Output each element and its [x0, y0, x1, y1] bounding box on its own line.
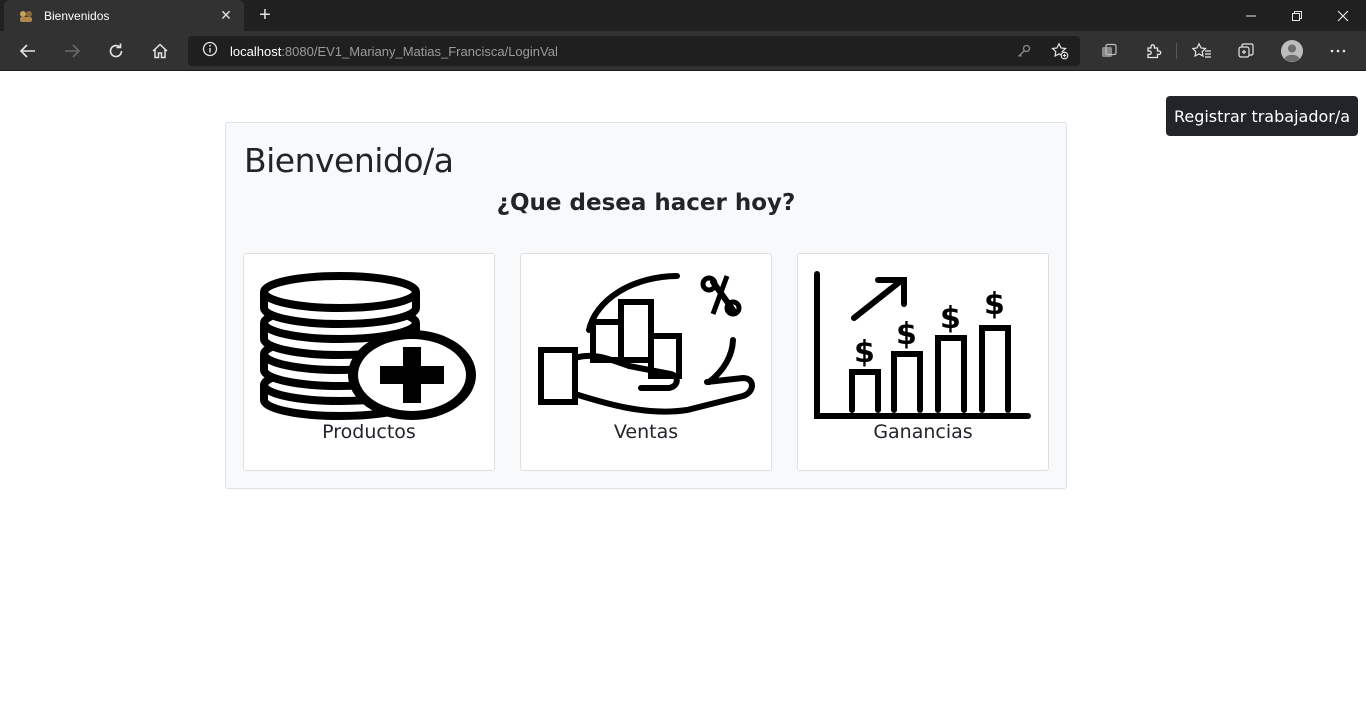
refresh-icon[interactable] [101, 37, 131, 65]
site-favicon-icon [18, 8, 34, 24]
svg-text:$: $ [940, 301, 961, 336]
profile-avatar-icon[interactable] [1277, 37, 1307, 65]
favorites-icon[interactable] [1187, 37, 1217, 65]
collections-icon[interactable] [1231, 37, 1261, 65]
tab-title: Bienvenidos [44, 8, 110, 23]
address-bar[interactable]: localhost:8080/EV1_Mariany_Matias_Franci… [188, 36, 1080, 66]
collections-sidebar-icon[interactable] [1094, 37, 1124, 65]
profit-growth-chart-icon: $ $ $ $ [814, 271, 1031, 419]
svg-text:$: $ [984, 287, 1005, 322]
database-plus-icon [260, 272, 476, 420]
url-host: localhost [230, 43, 282, 59]
products-card-label: Productos [322, 421, 416, 443]
browser-tab-bar: Bienvenidos ✕ + [0, 0, 1366, 31]
minimize-icon[interactable] [1228, 0, 1274, 31]
toolbar-divider [1176, 43, 1177, 59]
close-window-icon[interactable] [1320, 0, 1366, 31]
register-worker-button[interactable]: Registrar trabajador/a [1166, 96, 1358, 136]
welcome-panel: Bienvenido/a ¿Que desea hacer hoy? Produ… [225, 122, 1067, 489]
site-info-icon[interactable] [202, 41, 218, 62]
forward-icon[interactable] [57, 37, 87, 65]
new-tab-button[interactable]: + [254, 4, 276, 26]
password-key-icon[interactable] [1014, 42, 1034, 60]
extensions-icon[interactable] [1138, 37, 1168, 65]
settings-more-icon[interactable] [1323, 37, 1353, 65]
sales-card-label: Ventas [613, 421, 679, 443]
svg-text:$: $ [896, 317, 917, 352]
add-favorite-icon[interactable] [1050, 42, 1070, 60]
browser-toolbar: localhost:8080/EV1_Mariany_Matias_Franci… [0, 31, 1366, 71]
home-icon[interactable] [145, 37, 175, 65]
hand-sales-chart-icon [538, 273, 755, 415]
page-subtitle: ¿Que desea hacer hoy? [496, 190, 796, 216]
browser-tab[interactable]: Bienvenidos ✕ [4, 0, 244, 31]
tab-close-icon[interactable]: ✕ [218, 7, 234, 24]
svg-text:$: $ [854, 335, 875, 370]
url-text[interactable]: localhost:8080/EV1_Mariany_Matias_Franci… [230, 44, 558, 59]
profits-card-label: Ganancias [873, 421, 973, 443]
sales-card[interactable]: Ventas [520, 253, 772, 471]
page-title: Bienvenido/a [244, 141, 454, 180]
url-path: :8080/EV1_Mariany_Matias_Francisca/Login… [281, 43, 558, 59]
products-card[interactable]: Productos [243, 253, 495, 471]
profits-card[interactable]: $ $ $ $ Ganancias [797, 253, 1049, 471]
back-icon[interactable] [13, 37, 43, 65]
restore-icon[interactable] [1274, 0, 1320, 31]
